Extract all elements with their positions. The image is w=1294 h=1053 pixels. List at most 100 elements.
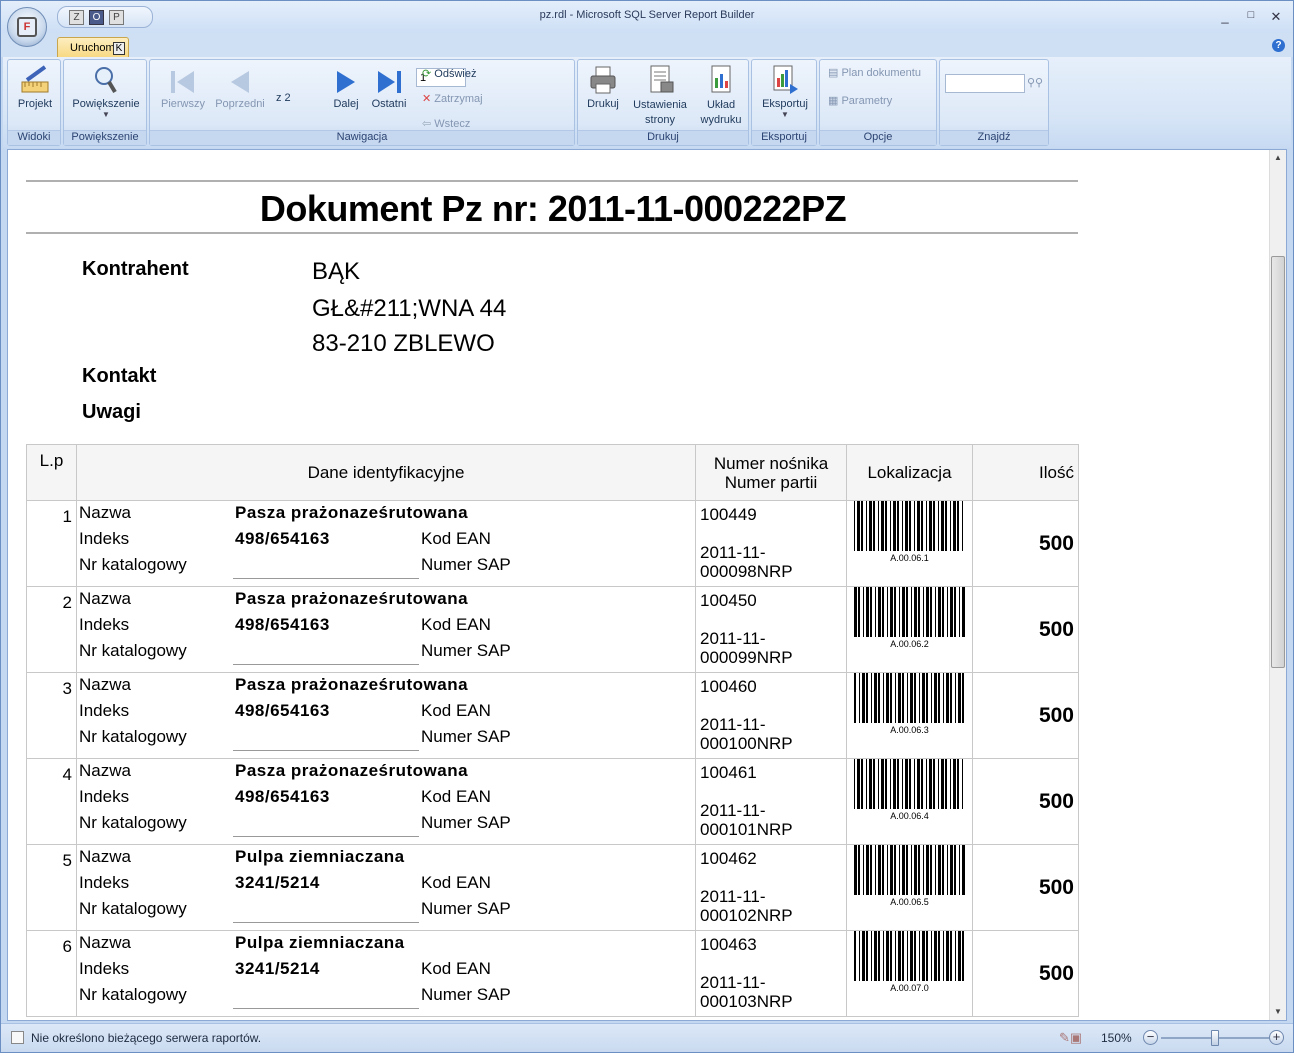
barcode-bar (910, 845, 912, 895)
label-nr-katalogowy: Nr katalogowy (79, 727, 187, 746)
item-name: Pulpa ziemniaczana (235, 847, 405, 866)
barcode-bar (929, 845, 932, 895)
location-code: A.00.06.5 (890, 897, 929, 907)
item-name: Pasza prażonaześrutowana (235, 761, 469, 780)
ustawienia-strony-button[interactable]: Ustawienia strony (628, 64, 692, 128)
eksportuj-label: Eksportuj (762, 98, 808, 110)
batch-number-1: 2011-11- (700, 629, 766, 648)
barcode-bar (937, 759, 939, 809)
table-row: 3 Nazwa Pasza prażonaześrutowana Indeks 498/… (26, 672, 1079, 759)
barcode-bar (913, 587, 917, 637)
barcode-bar (853, 845, 857, 895)
barcode-bar (921, 673, 925, 723)
row-lp: 1 (26, 500, 77, 587)
qat-key-o[interactable]: O (89, 9, 104, 25)
tab-uruchom[interactable]: UruchomK (57, 37, 129, 59)
label-numer-sap: Numer SAP (421, 813, 511, 832)
barcode-bar (889, 501, 891, 551)
barcode-bar (872, 759, 875, 809)
drukuj-label: Drukuj (587, 98, 619, 110)
scroll-thumb[interactable] (1271, 256, 1285, 668)
minimize-button[interactable]: _ (1215, 9, 1235, 24)
close-button[interactable]: ✕ (1266, 9, 1286, 25)
barcode-bar (873, 673, 877, 723)
barcode-bar (949, 587, 953, 637)
barcode-bar (857, 845, 860, 895)
scroll-up-icon[interactable]: ▲ (1270, 150, 1286, 166)
printer-icon (590, 66, 616, 94)
barcode-bar (933, 673, 937, 723)
report-page: Dokument Pz nr: 2011-11-000222PZ Kontrah… (26, 150, 1080, 1020)
location-code: A.00.06.1 (890, 553, 929, 563)
label-indeks: Indeks (79, 615, 130, 634)
poprzedni-button[interactable]: Poprzedni (212, 68, 268, 110)
barcode-bar (908, 501, 911, 551)
zatrzymaj-button[interactable]: ✕ Zatrzymaj (422, 92, 483, 105)
find-text-input[interactable] (945, 74, 1025, 93)
uklad-wydruku-button[interactable]: Układ wydruku (694, 64, 748, 128)
group-label-powiekszenie: Powiększenie (64, 130, 146, 145)
pierwszy-button[interactable]: Pierwszy (158, 68, 208, 110)
label-numer-sap: Numer SAP (421, 555, 511, 574)
dalej-button[interactable]: Dalej (326, 68, 366, 110)
vertical-scrollbar[interactable]: ▲ ▼ (1269, 150, 1286, 1020)
qat-key-z[interactable]: Z (69, 9, 84, 25)
qat-key-p[interactable]: P (109, 9, 124, 25)
label-kod-ean: Kod EAN (421, 529, 491, 548)
barcode-bar (953, 587, 956, 637)
scroll-down-icon[interactable]: ▼ (1270, 1004, 1286, 1020)
parametry-button[interactable]: ▦ Parametry (828, 94, 892, 107)
row-ident: Nazwa Pulpa ziemniaczana Indeks 3241/5214 Ko… (76, 930, 696, 1017)
barcode-bar (930, 673, 932, 723)
uklad-label-2: wydruku (700, 114, 742, 126)
odswiez-button[interactable]: ⟳ Odśwież (422, 67, 476, 80)
ostatni-button[interactable]: Ostatni (366, 68, 412, 110)
barcode-bar (932, 501, 935, 551)
barcode-bar (925, 931, 928, 981)
drukuj-button[interactable]: Drukuj (582, 64, 624, 110)
group-label-znajdz: Znajdź (940, 130, 1048, 145)
barcode-bar (872, 501, 875, 551)
projekt-button[interactable]: Projekt (8, 64, 62, 110)
catalog-underline (233, 578, 419, 579)
powiekszenie-button[interactable]: Powiększenie ▼ (64, 64, 148, 119)
zoom-slider-thumb[interactable] (1211, 1030, 1219, 1046)
zoom-in-button[interactable]: + (1269, 1030, 1284, 1045)
view-mode-icon[interactable]: ✎▣ (1059, 1030, 1082, 1046)
barcode-bar (909, 673, 913, 723)
wstecz-button[interactable]: ⇦ Wstecz (422, 117, 470, 130)
application-button[interactable]: F (7, 7, 47, 47)
barcode-image (853, 759, 963, 809)
find-binoculars-icon[interactable]: ⚲⚲ (1027, 76, 1043, 89)
barcode-bar (877, 845, 881, 895)
barcode-bar (884, 501, 887, 551)
plan-dokumentu-button[interactable]: ▤ Plan dokumentu (828, 66, 921, 79)
help-icon[interactable]: ? (1272, 39, 1285, 52)
eksportuj-button[interactable]: Eksportuj ▼ (752, 64, 818, 119)
label-numer-sap: Numer SAP (421, 641, 511, 660)
maximize-button[interactable]: □ (1241, 9, 1261, 21)
barcode-bar (897, 931, 901, 981)
barcode-bar (952, 501, 956, 551)
group-drukuj: Drukuj Ustawienia strony Układ wydruku D… (577, 59, 749, 146)
zoom-out-button[interactable]: − (1143, 1030, 1158, 1045)
barcode-bar (961, 501, 963, 551)
item-index: 3241/5214 (235, 873, 320, 892)
refresh-icon: ⟳ (422, 68, 432, 80)
barcode-bar (886, 845, 888, 895)
row-carrier: 100449 2011-11- 000098NRP (695, 500, 847, 587)
label-nazwa: Nazwa (79, 675, 131, 694)
batch-number-2: 000103NRP (700, 992, 793, 1011)
label-numer-sap: Numer SAP (421, 727, 511, 746)
contractor-name: BĄK (312, 258, 361, 285)
top-rule (26, 180, 1078, 182)
barcode-bar (869, 845, 872, 895)
label-indeks: Indeks (79, 959, 130, 978)
ostatni-label: Ostatni (371, 98, 407, 110)
table-header-row: L.p Dane identyfikacyjne Numer nośnika Nu… (26, 444, 1079, 501)
barcode-bar (925, 845, 929, 895)
ribbon-tab-row: UruchomK ? (1, 33, 1293, 59)
previous-page-icon (231, 71, 249, 93)
items-table: L.p Dane identyfikacyjne Numer nośnika Nu… (26, 444, 1079, 1017)
barcode-bar (906, 931, 908, 981)
